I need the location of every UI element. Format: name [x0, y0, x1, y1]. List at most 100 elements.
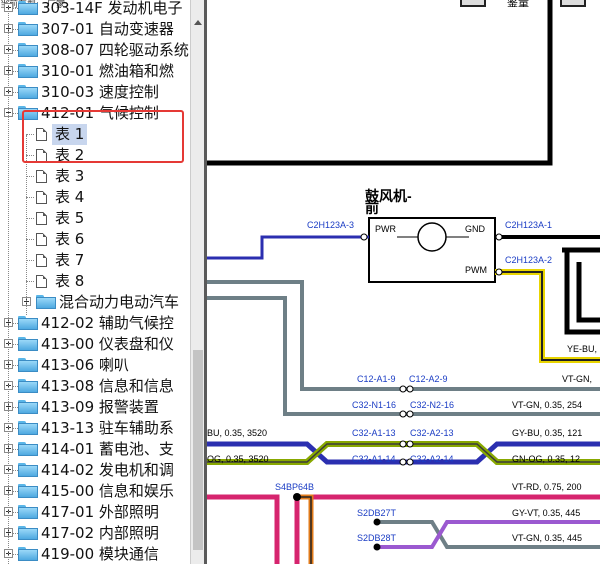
folder-icon	[18, 337, 38, 351]
tree-item-label: 310-03 速度控制	[41, 83, 159, 101]
tree-item-label: 414-01 蓄电池、支	[41, 440, 174, 458]
wire-label-og3520: OG, 0.35, 3520	[207, 454, 269, 464]
folder-icon	[18, 526, 38, 540]
wire-label-gybu: GY-BU, 0.35, 121	[512, 428, 582, 438]
wire-label-c32a213: C32-A2-13	[410, 428, 454, 438]
ground-frame-lines	[562, 247, 600, 335]
document-icon	[36, 191, 47, 204]
folder-icon	[18, 484, 38, 498]
toolbar-button-label[interactable]: 鉴量	[507, 0, 529, 9]
folder-icon	[18, 505, 38, 519]
tree-item-label: 混合动力电动汽车	[59, 293, 180, 311]
splice-s4bp64b	[293, 493, 301, 501]
pin-pwr-label: PWR	[375, 224, 396, 234]
tree-item-label: 307-01 自动变速器	[41, 20, 174, 38]
tree-folder-item[interactable]: 414-02 发电机和调	[0, 460, 190, 481]
wire-label-gyvt: GY-VT, 0.35, 445	[512, 508, 580, 518]
tree-folder-item[interactable]: 303-14F 发动机电子	[0, 0, 190, 19]
wire-label-s2db28t: S2DB28T	[357, 533, 397, 543]
tree-folder-item[interactable]: 417-02 内部照明	[0, 523, 190, 544]
tree-folder-item[interactable]: 310-03 速度控制	[0, 82, 190, 103]
folder-icon	[18, 547, 38, 561]
tree-doc-item[interactable]: 表 3	[0, 166, 190, 187]
scrollbar-thumb[interactable]	[193, 350, 203, 550]
document-icon	[36, 254, 47, 267]
tree-item-label: 413-09 报警装置	[41, 398, 159, 416]
wire-label-c32a214: C32-A2-14	[410, 454, 454, 464]
scroll-up-arrow-icon[interactable]	[194, 20, 202, 25]
folder-icon	[36, 295, 56, 309]
wire-label-vtgn1: VT-GN,	[562, 374, 592, 384]
wire-label-c32a114: C32-A1-14	[352, 454, 396, 464]
component-title-line2: 前	[365, 200, 379, 216]
folder-icon	[18, 64, 38, 78]
tree-item-label: 419-00 模块通信	[41, 545, 159, 563]
tree-folder-item[interactable]: 308-07 四轮驱动系统	[0, 40, 190, 61]
wire-label-c12a29: C12-A2-9	[409, 374, 448, 384]
folder-icon	[18, 22, 38, 36]
wire-magenta-left	[207, 494, 280, 564]
frame-line-top	[207, 0, 553, 166]
document-icon	[36, 212, 47, 225]
tree-item-label: 412-02 辅助气候控	[41, 314, 174, 332]
tree-doc-item[interactable]: 表 4	[0, 187, 190, 208]
tree-doc-item[interactable]: 表 6	[0, 229, 190, 250]
document-icon	[36, 170, 47, 183]
wire-label-c32n116: C32-N1-16	[352, 400, 396, 410]
tree-doc-item[interactable]: 表 7	[0, 250, 190, 271]
wire-label-vtgn2: VT-GN, 0.35, 254	[512, 400, 582, 410]
wire-label-c32n216: C32-N2-16	[410, 400, 454, 410]
tree-folder-item[interactable]: 419-00 模块通信	[0, 544, 190, 564]
tree-item-label: 表 8	[55, 272, 85, 290]
tree-connector-line	[8, 0, 9, 564]
tree-item-label: 308-07 四轮驱动系统	[41, 41, 189, 59]
wire-label-vtgn3: VT-GN, 0.35, 445	[512, 533, 582, 543]
tree-item-label: 415-00 信息和娱乐	[41, 482, 174, 500]
tree-item-label: 413-00 仪表盘和仪	[41, 335, 174, 353]
component-title: 鼓风机-前	[365, 188, 412, 216]
tree-item-label: 417-02 内部照明	[41, 524, 159, 542]
tree-item-label: 414-02 发电机和调	[41, 461, 174, 479]
tree-folder-item[interactable]: 310-01 燃油箱和燃	[0, 61, 190, 82]
tree-folder-item[interactable]: 413-09 报警装置	[0, 397, 190, 418]
wire-label-s4bp64b: S4BP64B	[275, 482, 314, 492]
tree-folder-item[interactable]: 307-01 自动变速器	[0, 19, 190, 40]
document-icon	[36, 233, 47, 246]
wire-label-c2h123a2: C2H123A-2	[505, 255, 552, 265]
wire-label-c2h123a1: C2H123A-1	[505, 220, 552, 230]
wire-label-c12a19: C12-A1-9	[357, 374, 396, 384]
tree-item-label: 413-08 信息和信息	[41, 377, 174, 395]
tree-folder-item[interactable]: 413-06 喇叭	[0, 355, 190, 376]
wire-label-bu3520: BU, 0.35, 3520	[207, 428, 267, 438]
tree-scrollbar[interactable]	[190, 0, 205, 564]
tree-doc-item[interactable]: 表 5	[0, 208, 190, 229]
wire-label-yebu: YE-BU,	[567, 344, 597, 354]
wire-label-gnog: GN-OG, 0.35, 12	[512, 454, 580, 464]
tree-folder-item[interactable]: 417-01 外部照明	[0, 502, 190, 523]
folder-icon	[18, 463, 38, 477]
tree-folder-item[interactable]: 414-01 蓄电池、支	[0, 439, 190, 460]
tree-folder-item[interactable]: 413-08 信息和信息	[0, 376, 190, 397]
navigation-tree-panel: 当前车型:厂家: 303-14F 发动机电子307-01 自动变速器308-07…	[0, 0, 190, 564]
tree-item-label: 表 7	[55, 251, 85, 269]
tree-folder-item[interactable]: 415-00 信息和娱乐	[0, 481, 190, 502]
wire-label-c2h123a3: C2H123A-3	[307, 220, 354, 230]
toolbar-button-1[interactable]	[460, 0, 486, 7]
folder-icon	[18, 1, 38, 15]
toolbar-button-2[interactable]	[560, 0, 586, 7]
tree-folder-item[interactable]: 413-13 驻车辅助系	[0, 418, 190, 439]
wire-c2h123a3	[207, 235, 369, 260]
folder-icon	[18, 43, 38, 57]
tree-item-label: 表 5	[55, 209, 85, 227]
tree-doc-item[interactable]: 表 8	[0, 271, 190, 292]
wire-label-vtrd: VT-RD, 0.75, 200	[512, 482, 582, 492]
tree-item-label: 310-01 燃油箱和燃	[41, 62, 174, 80]
tree-item-label: 表 3	[55, 167, 85, 185]
folder-icon	[18, 358, 38, 372]
folder-icon	[18, 316, 38, 330]
tree-folder-item[interactable]: 413-00 仪表盘和仪	[0, 334, 190, 355]
tree-folder-item[interactable]: 混合动力电动汽车	[0, 292, 190, 313]
folder-icon	[18, 421, 38, 435]
tree-folder-item[interactable]: 412-02 辅助气候控	[0, 313, 190, 334]
wiring-diagram-canvas: 鉴量 鼓风机-前 PWR GND PWM C2H123A-3 C2H123A-1…	[207, 0, 600, 564]
